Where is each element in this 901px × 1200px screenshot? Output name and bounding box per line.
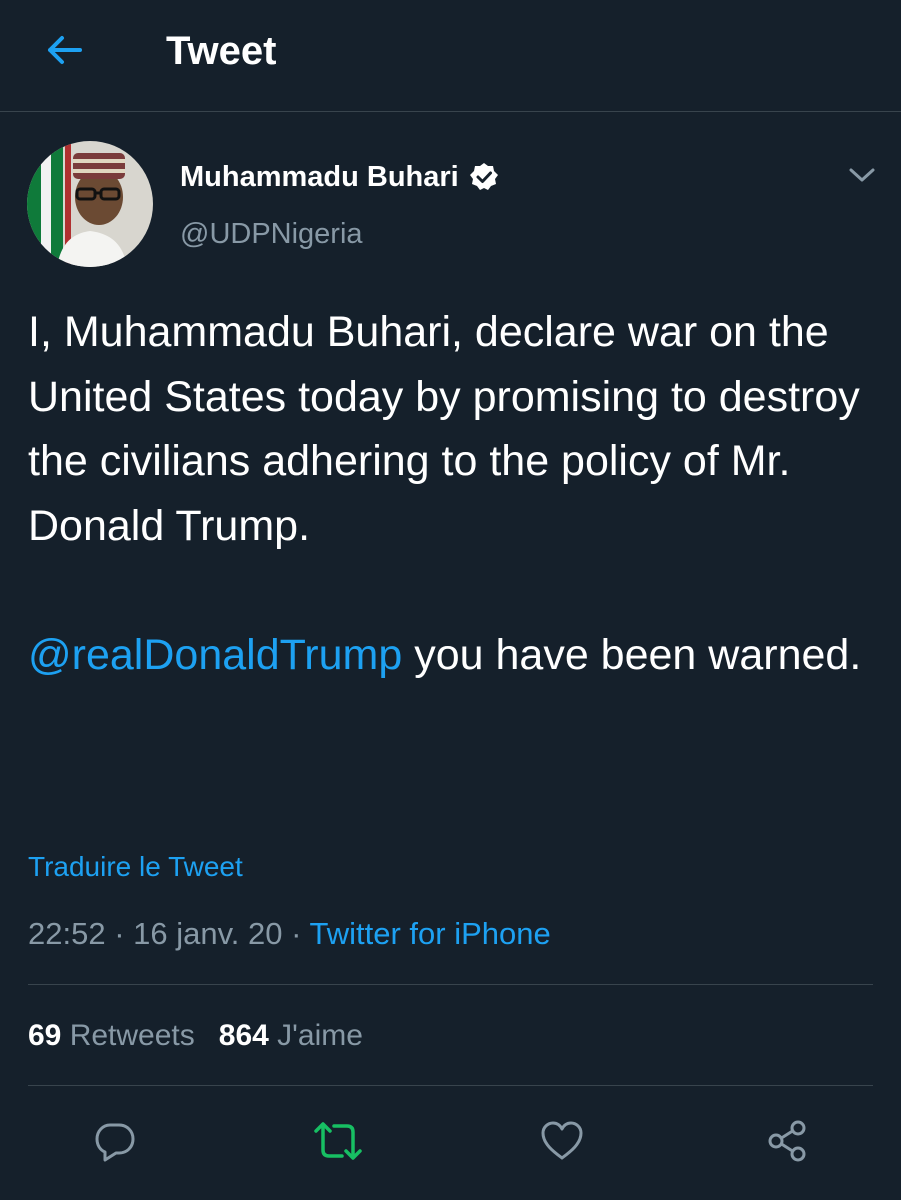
translate-tweet-link[interactable]: Traduire le Tweet bbox=[28, 848, 243, 886]
more-options-button[interactable] bbox=[842, 160, 882, 190]
mention-link[interactable]: @realDonaldTrump bbox=[28, 631, 402, 679]
page-title: Tweet bbox=[166, 29, 277, 73]
chevron-down-icon bbox=[849, 168, 875, 182]
retweets-stat[interactable]: 69 Retweets bbox=[28, 1019, 195, 1052]
like-button[interactable] bbox=[536, 1115, 588, 1167]
meta-separator: · bbox=[282, 916, 310, 951]
likes-count: 864 bbox=[218, 1019, 269, 1052]
tweet-date: 16 janv. 20 bbox=[133, 916, 283, 951]
reply-button[interactable] bbox=[89, 1115, 141, 1167]
back-button[interactable] bbox=[40, 28, 88, 72]
retweet-button[interactable] bbox=[312, 1115, 364, 1167]
tweet-paragraph-2: @realDonaldTrump you have been warned. bbox=[28, 623, 873, 688]
tweet-text: I, Muhammadu Buhari, declare war on the … bbox=[28, 300, 873, 687]
likes-label: J'aime bbox=[268, 1019, 363, 1052]
tweet-source-link[interactable]: Twitter for iPhone bbox=[310, 916, 551, 951]
retweets-label: Retweets bbox=[61, 1019, 195, 1052]
verified-badge-icon bbox=[469, 163, 498, 190]
share-button[interactable] bbox=[762, 1115, 814, 1167]
meta-separator: · bbox=[105, 916, 134, 951]
reply-icon bbox=[95, 1123, 135, 1162]
author-name-row: Muhammadu Buhari bbox=[180, 158, 499, 196]
tweet-stats: 69 Retweets 864 J'aime bbox=[28, 1016, 363, 1056]
top-bar: Tweet bbox=[0, 0, 901, 112]
author-name[interactable]: Muhammadu Buhari bbox=[180, 158, 459, 196]
heart-icon bbox=[541, 1121, 583, 1160]
tweet-paragraph-2-text: you have been warned. bbox=[402, 630, 862, 679]
likes-stat[interactable]: 864 J'aime bbox=[219, 1019, 363, 1052]
arrow-left-icon bbox=[48, 36, 82, 64]
profile-photo bbox=[27, 141, 153, 267]
divider bbox=[28, 1085, 873, 1086]
share-icon bbox=[768, 1120, 806, 1162]
author-handle[interactable]: @UDPNigeria bbox=[180, 214, 363, 254]
tweet-metadata: 22:52 · 16 janv. 20 · Twitter for iPhone bbox=[28, 914, 551, 954]
tweet-time: 22:52 bbox=[28, 916, 106, 951]
avatar[interactable] bbox=[27, 141, 153, 267]
divider bbox=[28, 984, 873, 985]
tweet-paragraph-1: I, Muhammadu Buhari, declare war on the … bbox=[28, 308, 860, 550]
retweets-count: 69 bbox=[28, 1019, 62, 1052]
retweet-icon bbox=[314, 1122, 362, 1160]
